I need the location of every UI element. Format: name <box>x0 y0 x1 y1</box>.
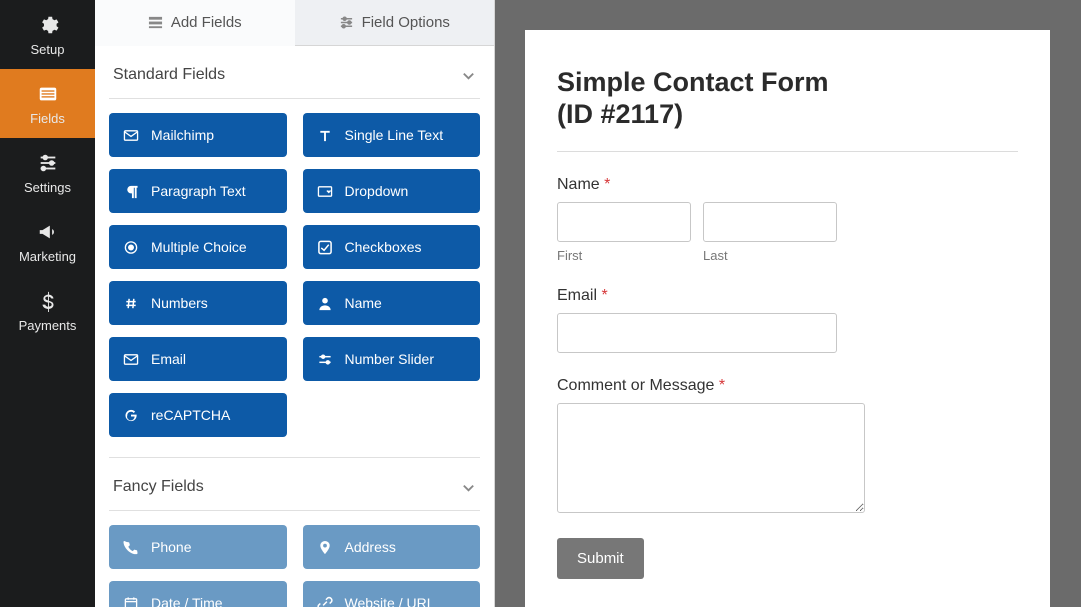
field-dropdown[interactable]: Dropdown <box>303 169 481 213</box>
chevron-down-icon <box>461 480 476 495</box>
g-icon <box>123 408 139 423</box>
pin-icon <box>317 540 333 555</box>
field-label: Website / URL <box>345 595 435 607</box>
nav-label: Settings <box>24 180 71 195</box>
sliders-icon <box>339 15 354 30</box>
field-label: Date / Time <box>151 595 223 607</box>
fancy-field-grid: Phone Address Date / Time Website / URL <box>109 525 480 607</box>
group-fancy-header[interactable]: Fancy Fields <box>109 458 480 511</box>
required-mark: * <box>719 377 725 394</box>
hash-icon <box>123 296 139 311</box>
nav-label: Setup <box>31 42 65 57</box>
field-label: Mailchimp <box>151 127 214 143</box>
sublabel-last: Last <box>703 248 837 263</box>
label-comment: Comment or Message * <box>557 377 1018 395</box>
field-multiple-choice[interactable]: Multiple Choice <box>109 225 287 269</box>
form-title-line2: (ID #2117) <box>557 99 683 129</box>
list-icon <box>37 83 59 105</box>
main-nav: Setup Fields Settings Marketing Payments <box>0 0 95 607</box>
dropdown-icon <box>317 184 333 199</box>
input-last-name[interactable] <box>703 202 837 242</box>
nav-settings[interactable]: Settings <box>0 138 95 207</box>
required-mark: * <box>604 176 610 193</box>
form-title: Simple Contact Form (ID #2117) <box>557 66 1018 152</box>
field-label: Number Slider <box>345 351 434 367</box>
text-icon <box>317 128 333 143</box>
nav-label: Marketing <box>19 249 76 264</box>
field-date-time[interactable]: Date / Time <box>109 581 287 607</box>
dot-icon <box>123 240 139 255</box>
field-panel: Add Fields Field Options Standard Fields… <box>95 0 495 607</box>
field-mailchimp[interactable]: Mailchimp <box>109 113 287 157</box>
paragraph-icon <box>123 184 139 199</box>
label-name: Name * <box>557 176 1018 194</box>
submit-button[interactable]: Submit <box>557 538 644 579</box>
grid-icon <box>148 15 163 30</box>
sublabel-first: First <box>557 248 691 263</box>
panel-scroll[interactable]: Standard Fields Mailchimp Single Line Te… <box>95 46 494 607</box>
group-heading: Standard Fields <box>113 66 225 84</box>
field-label: Phone <box>151 539 191 555</box>
sliders-icon <box>37 152 59 174</box>
user-icon <box>317 296 333 311</box>
sliders-icon <box>317 352 333 367</box>
input-email[interactable] <box>557 313 837 353</box>
check-icon <box>317 240 333 255</box>
field-phone[interactable]: Phone <box>109 525 287 569</box>
tab-label: Add Fields <box>171 14 242 31</box>
group-heading: Fancy Fields <box>113 478 204 496</box>
nav-payments[interactable]: Payments <box>0 276 95 345</box>
field-label: Address <box>345 539 396 555</box>
link-icon <box>317 596 333 607</box>
envelope-icon <box>123 352 139 367</box>
field-name-wrapper: Name * First Last <box>557 176 1018 263</box>
field-paragraph-text[interactable]: Paragraph Text <box>109 169 287 213</box>
field-number-slider[interactable]: Number Slider <box>303 337 481 381</box>
gear-icon <box>37 14 59 36</box>
form-title-line1: Simple Contact Form <box>557 67 829 97</box>
field-website-url[interactable]: Website / URL <box>303 581 481 607</box>
group-standard-header[interactable]: Standard Fields <box>109 46 480 99</box>
field-label: Email <box>151 351 186 367</box>
field-label: Paragraph Text <box>151 183 246 199</box>
preview-stage: Simple Contact Form (ID #2117) Name * Fi… <box>495 0 1081 607</box>
field-label: Checkboxes <box>345 239 422 255</box>
field-label: Multiple Choice <box>151 239 247 255</box>
phone-icon <box>123 540 139 555</box>
field-label: Name <box>345 295 382 311</box>
field-label: Single Line Text <box>345 127 444 143</box>
panel-tabs: Add Fields Field Options <box>95 0 494 46</box>
field-recaptcha[interactable]: reCAPTCHA <box>109 393 287 437</box>
tab-add-fields[interactable]: Add Fields <box>95 0 295 46</box>
calendar-icon <box>123 596 139 607</box>
required-mark: * <box>601 287 607 304</box>
input-comment[interactable] <box>557 403 865 513</box>
field-name[interactable]: Name <box>303 281 481 325</box>
field-label: Dropdown <box>345 183 409 199</box>
input-first-name[interactable] <box>557 202 691 242</box>
field-address[interactable]: Address <box>303 525 481 569</box>
field-label: reCAPTCHA <box>151 407 230 423</box>
bullhorn-icon <box>37 221 59 243</box>
nav-label: Fields <box>30 111 65 126</box>
field-label: Numbers <box>151 295 208 311</box>
nav-fields[interactable]: Fields <box>0 69 95 138</box>
label-email: Email * <box>557 287 1018 305</box>
nav-marketing[interactable]: Marketing <box>0 207 95 276</box>
dollar-icon <box>37 290 59 312</box>
nav-setup[interactable]: Setup <box>0 0 95 69</box>
field-email-wrapper: Email * <box>557 287 1018 353</box>
tab-field-options[interactable]: Field Options <box>295 0 495 45</box>
standard-field-grid: Mailchimp Single Line Text Paragraph Tex… <box>109 113 480 437</box>
field-email[interactable]: Email <box>109 337 287 381</box>
envelope-icon <box>123 128 139 143</box>
field-single-line-text[interactable]: Single Line Text <box>303 113 481 157</box>
field-checkboxes[interactable]: Checkboxes <box>303 225 481 269</box>
field-comment-wrapper: Comment or Message * <box>557 377 1018 516</box>
chevron-down-icon <box>461 68 476 83</box>
nav-label: Payments <box>19 318 77 333</box>
form-preview: Simple Contact Form (ID #2117) Name * Fi… <box>525 30 1050 607</box>
tab-label: Field Options <box>362 14 450 31</box>
field-numbers[interactable]: Numbers <box>109 281 287 325</box>
